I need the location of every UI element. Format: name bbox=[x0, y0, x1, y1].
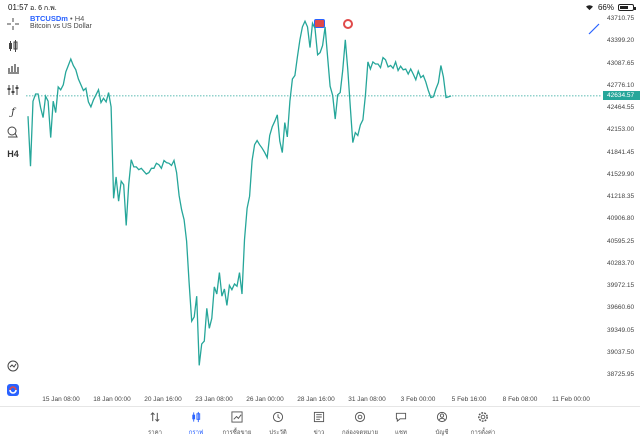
timeframe-button[interactable]: H4 bbox=[5, 146, 21, 162]
sort-arrows-icon bbox=[150, 412, 160, 422]
status-time: 01:57 bbox=[8, 3, 29, 12]
battery-percent: 66% bbox=[597, 3, 614, 12]
price-tick-label: 41529.90 bbox=[607, 170, 635, 178]
crosshair-icon[interactable] bbox=[5, 16, 21, 32]
price-tick-label: 39349.05 bbox=[607, 326, 635, 334]
current-price-label: 42634.57 bbox=[603, 91, 640, 101]
time-tick-label: 8 Feb 08:00 bbox=[502, 396, 538, 403]
indicators-icon[interactable] bbox=[5, 82, 21, 98]
nav-item-label: ข่าว bbox=[313, 430, 325, 436]
chat-icon bbox=[395, 412, 407, 423]
chart-area[interactable]: BTCUSDm • H4 Bitcoin vs US Dollar bbox=[26, 12, 640, 404]
candlestick-icon bbox=[192, 411, 201, 423]
left-toolbar: ƒ H4 bbox=[0, 14, 26, 406]
status-right: 66% bbox=[585, 3, 636, 12]
nav-item-2[interactable]: การซื้อขาย bbox=[217, 411, 257, 437]
price-tick-label: 40595.25 bbox=[607, 237, 635, 245]
time-axis[interactable]: 15 Jan 08:00 18 Jan 00:00 20 Jan 16:00 23 J… bbox=[26, 394, 602, 406]
trend-chart-icon bbox=[231, 411, 243, 423]
nav-item-label: แชท bbox=[395, 430, 407, 436]
price-tick-label: 41218.35 bbox=[607, 193, 635, 200]
time-tick-label: 26 Jan 00:00 bbox=[246, 396, 284, 403]
price-tick-label: 43087.65 bbox=[607, 59, 635, 67]
price-tick-label: 42464.55 bbox=[607, 104, 635, 111]
nav-item-6[interactable]: แชท bbox=[381, 411, 421, 437]
price-tick-label: 39660.60 bbox=[607, 304, 635, 312]
time-tick-label: 15 Jan 08:00 bbox=[42, 396, 80, 403]
time-tick-label: 11 Feb 00:00 bbox=[552, 396, 590, 403]
time-tick-label: 5 Feb 16:00 bbox=[451, 396, 487, 403]
price-tick-label: 42776.10 bbox=[607, 81, 635, 89]
nav-item-8[interactable]: การตั้งค่า bbox=[463, 411, 503, 437]
nav-item-0[interactable]: ราคา bbox=[135, 411, 175, 437]
price-line-chart[interactable] bbox=[26, 12, 602, 394]
battery-icon bbox=[618, 4, 636, 11]
nav-item-label: บัญชี bbox=[435, 430, 449, 436]
settings-gear-icon bbox=[478, 412, 488, 422]
nav-item-label: กราฟ bbox=[188, 430, 204, 436]
time-tick-label: 23 Jan 08:00 bbox=[195, 396, 233, 403]
broker-logo-icon[interactable] bbox=[5, 382, 21, 398]
function-icon[interactable]: ƒ bbox=[5, 104, 21, 120]
time-tick-label: 20 Jan 16:00 bbox=[144, 396, 182, 403]
price-tick-label: 40906.80 bbox=[607, 215, 635, 223]
nav-item-label: ประวัติ bbox=[269, 430, 287, 436]
nav-item-4[interactable]: ข่าว bbox=[299, 411, 339, 437]
objects-icon[interactable] bbox=[5, 124, 21, 140]
nav-item-1[interactable]: กราฟ bbox=[176, 411, 216, 437]
nav-item-5[interactable]: กล่องจดหมาย bbox=[340, 411, 380, 437]
price-tick-label: 42153.00 bbox=[607, 126, 635, 134]
nav-item-label: การตั้งค่า bbox=[470, 430, 496, 436]
wifi-icon bbox=[585, 5, 593, 11]
time-tick-label: 28 Jan 16:00 bbox=[297, 396, 335, 403]
price-tick-label: 43399.20 bbox=[607, 37, 635, 45]
candlestick-icon[interactable] bbox=[5, 38, 21, 54]
price-series-line bbox=[27, 19, 452, 366]
news-icon bbox=[313, 411, 325, 423]
price-tick-label: 38725.95 bbox=[607, 371, 635, 378]
nav-item-7[interactable]: บัญชี bbox=[422, 411, 462, 437]
time-tick-label: 31 Jan 08:00 bbox=[348, 396, 386, 403]
mailbox-at-icon bbox=[354, 411, 366, 423]
price-tick-label: 39972.15 bbox=[607, 282, 635, 289]
nav-item-label: การซื้อขาย bbox=[222, 430, 252, 436]
price-tick-label: 40283.70 bbox=[607, 259, 635, 267]
price-axis[interactable]: 38725.95 39037.50 39349.05 39660.60 39972.15… bbox=[601, 12, 640, 404]
nav-item-label: ราคา bbox=[148, 430, 162, 436]
time-tick-label: 18 Jan 00:00 bbox=[93, 396, 131, 403]
bar-chart-icon[interactable] bbox=[5, 60, 21, 76]
account-icon bbox=[436, 411, 448, 423]
price-tick-label: 43710.75 bbox=[607, 15, 635, 22]
bottom-nav: ราคา กราฟ การซื้อขาย ประวัติ ข่าว กล่องจดหมาย… bbox=[0, 406, 640, 447]
time-tick-label: 3 Feb 00:00 bbox=[400, 396, 436, 403]
history-icon bbox=[272, 411, 284, 423]
price-tick-label: 41841.45 bbox=[607, 148, 635, 156]
price-tick-label: 39037.50 bbox=[607, 348, 635, 356]
nav-item-3[interactable]: ประวัติ bbox=[258, 411, 298, 437]
search-chart-icon[interactable] bbox=[5, 358, 21, 374]
nav-item-label: กล่องจดหมาย bbox=[341, 430, 379, 436]
